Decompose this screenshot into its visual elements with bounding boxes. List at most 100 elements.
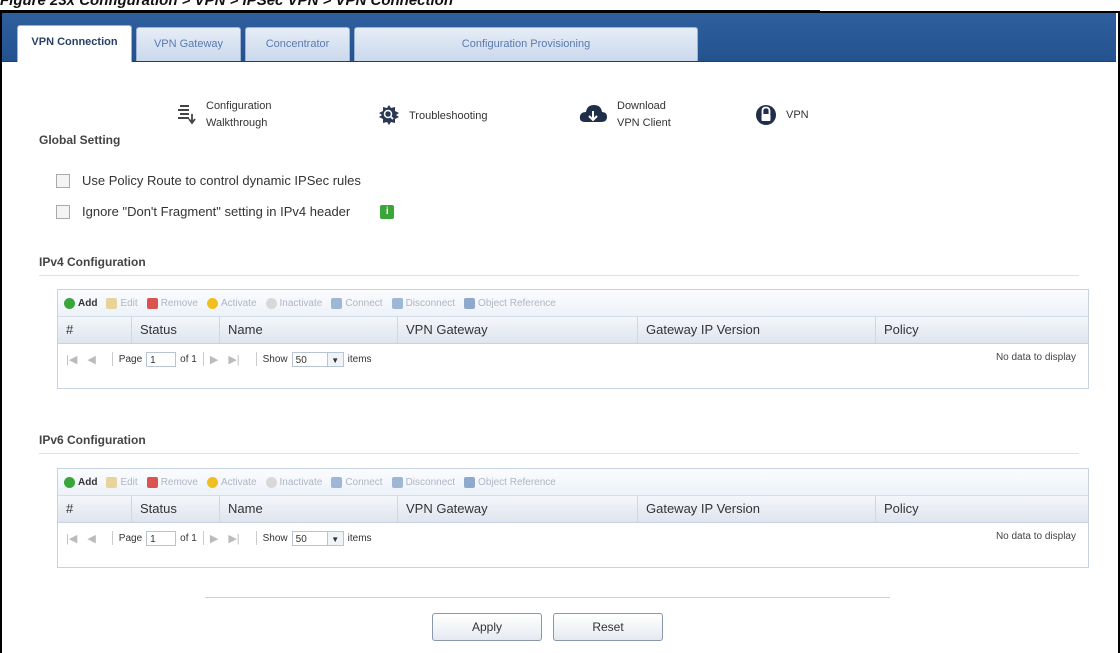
col-status[interactable]: Status	[132, 496, 220, 522]
tab-bar: VPN Connection VPN Gateway Concentrator …	[2, 13, 1116, 62]
remove-icon	[146, 476, 158, 488]
ipv4-connect-button[interactable]: Connect	[331, 297, 383, 309]
ipv6-table-panel: Add Edit Remove Activate Inactivate Conn…	[57, 468, 1089, 568]
info-icon[interactable]: i	[380, 204, 395, 219]
dont-fragment-option: Ignore "Don't Fragment" setting in IPv4 …	[56, 204, 395, 219]
page-label: Page	[118, 532, 143, 544]
troubleshooting-link[interactable]: Troubleshooting	[378, 104, 487, 129]
ipv6-toolbar: Add Edit Remove Activate Inactivate Conn…	[58, 469, 1088, 496]
last-page-icon[interactable]: ▶|	[228, 532, 239, 545]
disconnect-icon	[391, 297, 403, 309]
of-pages-label: of 1	[180, 353, 197, 365]
connect-icon	[331, 297, 343, 309]
ipv4-inactivate-button[interactable]: Inactivate	[265, 297, 322, 309]
object-reference-icon	[464, 476, 476, 488]
next-page-icon[interactable]: ▶	[210, 532, 218, 545]
remove-icon	[146, 297, 158, 309]
ipv6-inactivate-button[interactable]: Inactivate	[265, 476, 322, 488]
global-setting-title: Global Setting	[39, 133, 121, 147]
vpn-link[interactable]: VPN	[755, 102, 809, 129]
col-name[interactable]: Name	[220, 317, 398, 343]
dont-fragment-label: Ignore "Don't Fragment" setting in IPv4 …	[82, 204, 351, 219]
ipv4-disconnect-button[interactable]: Disconnect	[391, 297, 455, 309]
connect-icon	[331, 476, 343, 488]
page-input[interactable]: 1	[146, 351, 177, 367]
per-page-select[interactable]: 50 ▼	[291, 351, 344, 367]
tab-configuration-provisioning[interactable]: Configuration Provisioning	[354, 27, 698, 61]
col-status[interactable]: Status	[132, 317, 220, 343]
add-icon	[64, 297, 75, 309]
edit-icon	[106, 476, 118, 488]
troubleshooting-icon	[378, 104, 400, 129]
ipv6-pager: |◀ ◀ Page 1 of 1 ▶ ▶| Show 50 ▼ items No …	[58, 523, 1088, 553]
col-name[interactable]: Name	[220, 496, 398, 522]
dont-fragment-checkbox[interactable]	[56, 204, 70, 219]
object-reference-icon	[464, 297, 476, 309]
troubleshooting-label: Troubleshooting	[409, 110, 488, 122]
lightbulb-icon	[206, 297, 218, 309]
ipv6-edit-button[interactable]: Edit	[106, 476, 138, 488]
chevron-down-icon: ▼	[327, 351, 344, 367]
reset-button[interactable]: Reset	[553, 613, 663, 641]
empty-message: No data to display	[995, 531, 1076, 542]
show-label: Show	[262, 532, 288, 544]
apply-button[interactable]: Apply	[432, 613, 542, 641]
cloud-download-icon	[578, 102, 608, 129]
ipv4-add-button[interactable]: Add	[64, 297, 97, 309]
ipv6-connect-button[interactable]: Connect	[331, 476, 383, 488]
col-gateway-ip-version[interactable]: Gateway IP Version	[638, 496, 876, 522]
ipv6-config-title: IPv6 Configuration	[39, 433, 1079, 454]
configuration-walkthrough-link[interactable]: Configuration Walkthrough	[177, 98, 271, 132]
page-label: Page	[118, 353, 143, 365]
lightbulb-icon	[206, 476, 218, 488]
ipv4-remove-button[interactable]: Remove	[146, 297, 198, 309]
tab-vpn-gateway[interactable]: VPN Gateway	[136, 27, 241, 61]
add-icon	[64, 476, 75, 488]
prev-page-icon[interactable]: ◀	[87, 353, 95, 366]
ipv4-table-panel: Add Edit Remove Activate Inactivate Conn…	[57, 289, 1089, 389]
col-vpn-gateway[interactable]: VPN Gateway	[398, 317, 638, 343]
col-vpn-gateway[interactable]: VPN Gateway	[398, 496, 638, 522]
of-pages-label: of 1	[180, 532, 197, 544]
items-label: items	[347, 532, 372, 544]
ipv4-table-header: # Status Name VPN Gateway Gateway IP Ver…	[58, 317, 1088, 344]
ipv6-disconnect-button[interactable]: Disconnect	[391, 476, 455, 488]
prev-page-icon[interactable]: ◀	[87, 532, 95, 545]
vpn-label: VPN	[786, 109, 809, 121]
ipv4-object-reference-button[interactable]: Object Reference	[464, 297, 556, 309]
ipv6-add-button[interactable]: Add	[64, 476, 97, 488]
configuration-walkthrough-label: Configuration Walkthrough	[206, 100, 272, 129]
policy-route-checkbox[interactable]	[56, 173, 70, 188]
app-window: VPN Connection VPN Gateway Concentrator …	[0, 11, 1120, 653]
ipv4-pager: |◀ ◀ Page 1 of 1 ▶ ▶| Show 50 ▼ items No …	[58, 344, 1088, 374]
download-vpn-client-link[interactable]: Download VPN Client	[578, 98, 671, 132]
next-page-icon[interactable]: ▶	[210, 353, 218, 366]
tab-vpn-connection[interactable]: VPN Connection	[17, 25, 132, 62]
figure-caption: Figure 23x Configuration > VPN > IPSec V…	[0, 0, 820, 11]
ipv6-table-header: # Status Name VPN Gateway Gateway IP Ver…	[58, 496, 1088, 523]
ipv6-activate-button[interactable]: Activate	[206, 476, 257, 488]
last-page-icon[interactable]: ▶|	[228, 353, 239, 366]
first-page-icon[interactable]: |◀	[66, 532, 77, 545]
first-page-icon[interactable]: |◀	[66, 353, 77, 366]
ipv6-object-reference-button[interactable]: Object Reference	[464, 476, 556, 488]
col-gateway-ip-version[interactable]: Gateway IP Version	[638, 317, 876, 343]
ipv4-toolbar: Add Edit Remove Activate Inactivate Conn…	[58, 290, 1088, 317]
ipv6-remove-button[interactable]: Remove	[146, 476, 198, 488]
show-label: Show	[262, 353, 288, 365]
tab-concentrator[interactable]: Concentrator	[245, 27, 350, 61]
col-index[interactable]: #	[58, 317, 132, 343]
per-page-select[interactable]: 50 ▼	[291, 530, 344, 546]
ipv4-edit-button[interactable]: Edit	[106, 297, 138, 309]
items-label: items	[347, 353, 372, 365]
col-index[interactable]: #	[58, 496, 132, 522]
empty-message: No data to display	[995, 352, 1076, 363]
wizard-icon	[177, 102, 197, 129]
policy-route-option: Use Policy Route to control dynamic IPSe…	[56, 173, 361, 188]
download-vpn-client-label: Download VPN Client	[617, 100, 671, 129]
col-policy[interactable]: Policy	[876, 496, 1088, 522]
ipv4-activate-button[interactable]: Activate	[206, 297, 257, 309]
col-policy[interactable]: Policy	[876, 317, 1088, 343]
page-input[interactable]: 1	[146, 530, 177, 546]
policy-route-label: Use Policy Route to control dynamic IPSe…	[82, 173, 361, 188]
